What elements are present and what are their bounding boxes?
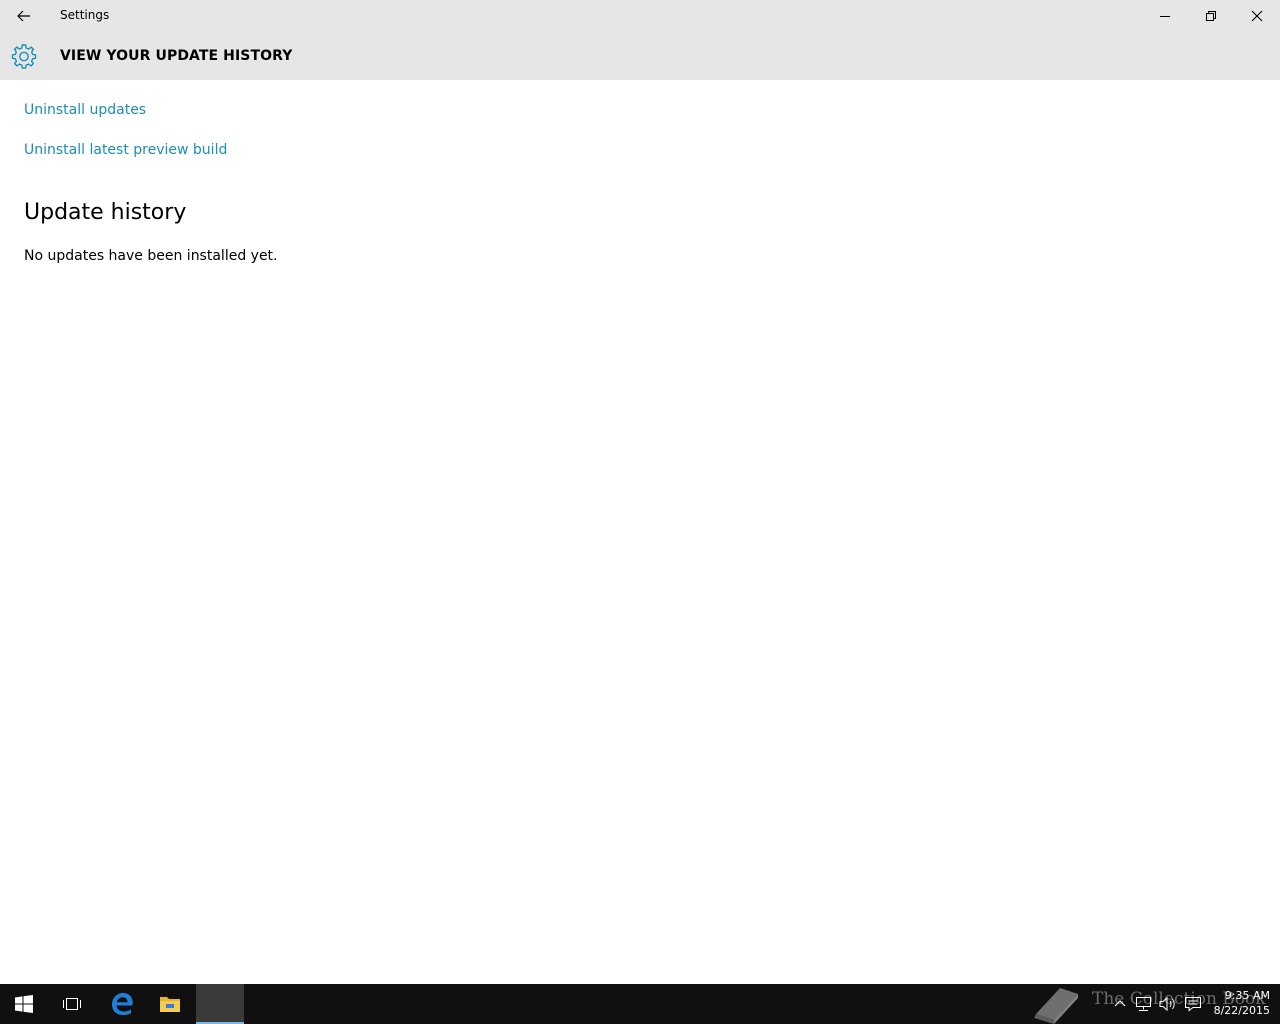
book-icon [1034, 988, 1078, 1024]
minimize-button[interactable] [1142, 0, 1188, 32]
window-title: Settings [60, 8, 110, 22]
task-view-button[interactable] [48, 984, 96, 1024]
network-tray-button[interactable] [1134, 994, 1154, 1014]
volume-icon [1159, 996, 1175, 1012]
arrow-left-icon [17, 10, 30, 22]
restore-icon [1206, 11, 1216, 21]
file-explorer-taskbar-button[interactable] [146, 984, 194, 1024]
restore-button[interactable] [1188, 0, 1234, 32]
minimize-icon [1160, 16, 1170, 17]
gear-icon [11, 44, 37, 69]
chevron-up-icon [1114, 1000, 1126, 1007]
uninstall-updates-link[interactable]: Uninstall updates [24, 102, 146, 118]
uninstall-preview-build-link[interactable]: Uninstall latest preview build [24, 142, 227, 158]
close-icon [1251, 10, 1263, 22]
clock-date: 8/22/2015 [1213, 1004, 1270, 1017]
close-button[interactable] [1234, 0, 1280, 32]
back-button[interactable] [0, 0, 48, 32]
update-history-heading: Update history [24, 200, 187, 225]
title-bar: Settings [0, 0, 1280, 32]
action-center-button[interactable] [1183, 994, 1203, 1014]
page-title: VIEW YOUR UPDATE HISTORY [60, 48, 293, 64]
taskbar: The Collection Book 9:35 AM 8/22/2015 [0, 984, 1280, 1024]
page-header: VIEW YOUR UPDATE HISTORY [0, 32, 1280, 80]
action-center-icon [1185, 997, 1201, 1012]
show-hidden-icons-button[interactable] [1110, 994, 1130, 1014]
volume-tray-button[interactable] [1158, 994, 1178, 1014]
settings-window: Settings VIEW YOUR UPDATE HISTORY Uninst… [0, 0, 1280, 984]
start-button[interactable] [0, 984, 48, 1024]
edge-browser-icon [112, 993, 133, 1015]
clock-time: 9:35 AM [1224, 989, 1270, 1002]
taskbar-clock[interactable]: 9:35 AM 8/22/2015 [1206, 988, 1270, 1018]
network-icon [1136, 997, 1151, 1011]
file-explorer-icon [160, 997, 180, 1012]
settings-taskbar-button[interactable] [196, 984, 244, 1024]
update-history-status: No updates have been installed yet. [24, 248, 278, 264]
task-view-icon [63, 998, 81, 1010]
edge-taskbar-button[interactable] [98, 984, 146, 1024]
windows-start-icon [15, 995, 33, 1013]
